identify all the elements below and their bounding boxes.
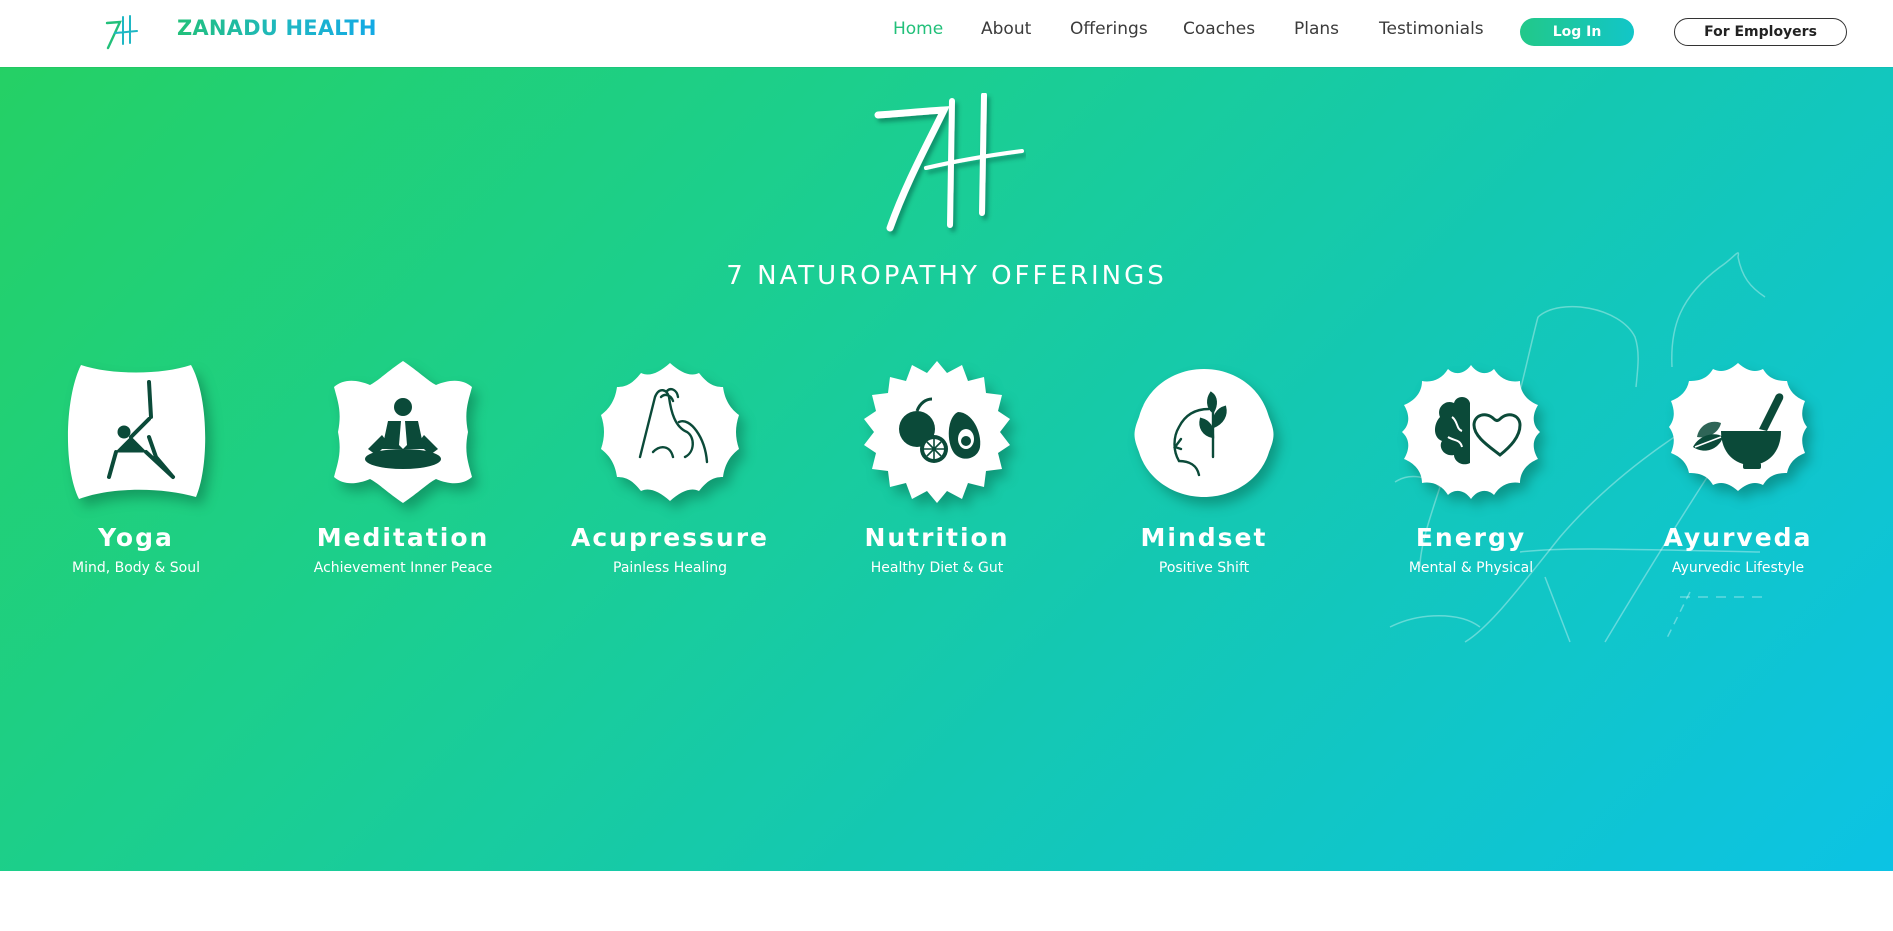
offering-subtitle: Painless Healing: [613, 560, 727, 576]
offering-nutrition[interactable]: Nutrition Healthy Diet & Gut: [812, 357, 1062, 576]
offering-subtitle: Achievement Inner Peace: [313, 560, 493, 576]
offering-ayurveda[interactable]: Ayurveda Ayurvedic Lifestyle: [1613, 357, 1863, 576]
nav-offerings[interactable]: Offerings: [1070, 19, 1148, 39]
ayurveda-badge: [1663, 357, 1813, 507]
login-button[interactable]: Log In: [1520, 18, 1634, 46]
offering-title: Yoga: [98, 523, 174, 552]
meditation-badge: [328, 357, 478, 507]
brand-name[interactable]: ZANADU HEALTH: [177, 16, 377, 40]
offering-title: Acupressure: [571, 523, 769, 552]
nav-about[interactable]: About: [981, 19, 1031, 39]
for-employers-button[interactable]: For Employers: [1674, 18, 1847, 46]
offering-acupressure[interactable]: Acupressure Painless Healing: [545, 357, 795, 576]
energy-badge: [1396, 357, 1546, 507]
acupressure-badge: [595, 357, 745, 507]
nav-plans[interactable]: Plans: [1294, 19, 1339, 39]
offering-title: Meditation: [316, 523, 490, 552]
zh-hero-logo: [874, 93, 1024, 232]
hero-section: 7 NATUROPATHY OFFERINGS Yoga Mind, Body …: [0, 67, 1893, 871]
zh-logo-icon[interactable]: [104, 14, 138, 50]
nav-testimonials[interactable]: Testimonials: [1379, 19, 1484, 39]
offering-title: Energy: [1415, 523, 1527, 552]
offering-subtitle: Mental & Physical: [1408, 560, 1534, 576]
offering-title: Ayurveda: [1663, 523, 1813, 552]
offering-energy[interactable]: Energy Mental & Physical: [1346, 357, 1596, 576]
offering-title: Mindset: [1140, 523, 1268, 552]
nav-coaches[interactable]: Coaches: [1183, 19, 1255, 39]
top-navbar: ZANADU HEALTH Home About Offerings Coach…: [0, 0, 1893, 67]
offering-yoga[interactable]: Yoga Mind, Body & Soul: [11, 357, 261, 576]
nav-home[interactable]: Home: [893, 19, 943, 39]
yoga-badge: [61, 357, 211, 507]
nutrition-badge: [862, 357, 1012, 507]
offering-meditation[interactable]: Meditation Achievement Inner Peace: [278, 357, 528, 576]
offering-subtitle: Ayurvedic Lifestyle: [1671, 560, 1805, 576]
offering-subtitle: Positive Shift: [1158, 560, 1250, 576]
offering-title: Nutrition: [864, 523, 1010, 552]
offerings-heading: 7 NATUROPATHY OFFERINGS: [726, 261, 1167, 291]
offering-subtitle: Healthy Diet & Gut: [870, 560, 1004, 576]
offering-subtitle: Mind, Body & Soul: [71, 560, 200, 576]
mindset-badge: [1129, 357, 1279, 507]
offering-mindset[interactable]: Mindset Positive Shift: [1079, 357, 1329, 576]
